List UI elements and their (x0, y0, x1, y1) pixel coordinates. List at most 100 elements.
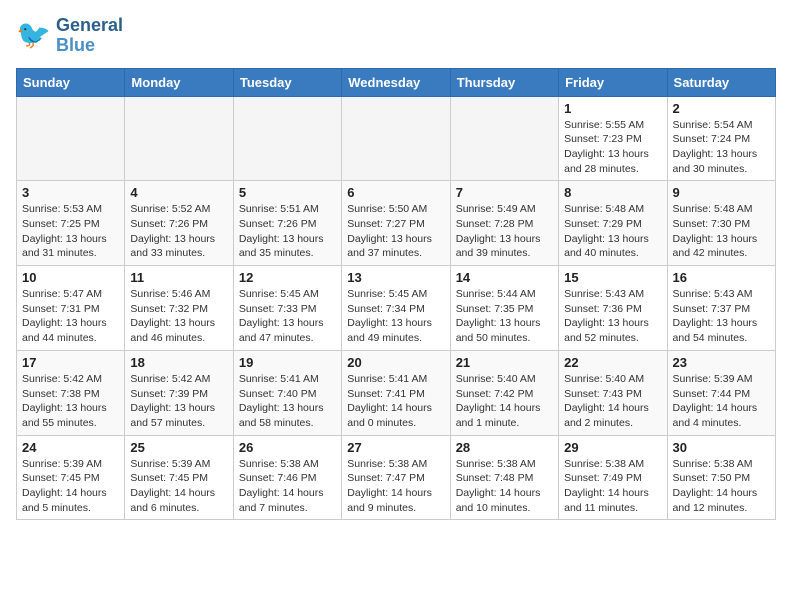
calendar-week-row: 3 Sunrise: 5:53 AM Sunset: 7:25 PM Daylig… (17, 181, 776, 266)
calendar-cell: 22 Sunrise: 5:40 AM Sunset: 7:43 PM Dayli… (559, 350, 667, 435)
calendar-cell: 16Sunrise: 5:43 AM Sunset: 7:37 PM Dayli… (667, 266, 775, 351)
day-info: Sunrise: 5:45 AM Sunset: 7:33 PM Dayligh… (239, 287, 336, 346)
day-info: Sunrise: 5:46 AM Sunset: 7:32 PM Dayligh… (130, 287, 227, 346)
weekday-header: Saturday (667, 68, 775, 96)
calendar-cell: 25 Sunrise: 5:39 AM Sunset: 7:45 PM Dayli… (125, 435, 233, 520)
calendar-cell: 3 Sunrise: 5:53 AM Sunset: 7:25 PM Daylig… (17, 181, 125, 266)
calendar-cell: 9 Sunrise: 5:48 AM Sunset: 7:30 PM Daylig… (667, 181, 775, 266)
calendar-cell (17, 96, 125, 181)
day-info: Sunrise: 5:39 AM Sunset: 7:44 PM Dayligh… (673, 372, 770, 431)
day-number: 18 (130, 355, 227, 370)
calendar-cell: 11 Sunrise: 5:46 AM Sunset: 7:32 PM Dayli… (125, 266, 233, 351)
calendar-cell: 14 Sunrise: 5:44 AM Sunset: 7:35 PM Dayli… (450, 266, 558, 351)
calendar-cell: 4Sunrise: 5:52 AM Sunset: 7:26 PM Daylig… (125, 181, 233, 266)
weekday-header: Sunday (17, 68, 125, 96)
day-number: 23 (673, 355, 770, 370)
day-number: 7 (456, 185, 553, 200)
day-info: Sunrise: 5:41 AM Sunset: 7:41 PM Dayligh… (347, 372, 444, 431)
day-number: 3 (22, 185, 119, 200)
calendar-cell (342, 96, 450, 181)
day-info: Sunrise: 5:55 AM Sunset: 7:23 PM Dayligh… (564, 118, 661, 177)
calendar-cell: 18 Sunrise: 5:42 AM Sunset: 7:39 PM Dayli… (125, 350, 233, 435)
calendar-cell: 23 Sunrise: 5:39 AM Sunset: 7:44 PM Dayli… (667, 350, 775, 435)
day-info: Sunrise: 5:54 AM Sunset: 7:24 PM Dayligh… (673, 118, 770, 177)
day-info: Sunrise: 5:41 AM Sunset: 7:40 PM Dayligh… (239, 372, 336, 431)
day-number: 25 (130, 440, 227, 455)
day-info: Sunrise: 5:40 AM Sunset: 7:43 PM Dayligh… (564, 372, 661, 431)
day-number: 27 (347, 440, 444, 455)
day-number: 5 (239, 185, 336, 200)
day-number: 8 (564, 185, 661, 200)
calendar-cell: 26 Sunrise: 5:38 AM Sunset: 7:46 PM Dayli… (233, 435, 341, 520)
day-info: Sunrise: 5:53 AM Sunset: 7:25 PM Dayligh… (22, 202, 119, 261)
day-info: Sunrise: 5:42 AM Sunset: 7:39 PM Dayligh… (130, 372, 227, 431)
day-info: Sunrise: 5:39 AM Sunset: 7:45 PM Dayligh… (130, 457, 227, 516)
day-number: 11 (130, 270, 227, 285)
calendar-week-row: 24 Sunrise: 5:39 AM Sunset: 7:45 PM Dayli… (17, 435, 776, 520)
calendar-cell: 8 Sunrise: 5:48 AM Sunset: 7:29 PM Daylig… (559, 181, 667, 266)
day-info: Sunrise: 5:38 AM Sunset: 7:48 PM Dayligh… (456, 457, 553, 516)
calendar-cell: 24 Sunrise: 5:39 AM Sunset: 7:45 PM Dayli… (17, 435, 125, 520)
weekday-header: Monday (125, 68, 233, 96)
day-info: Sunrise: 5:42 AM Sunset: 7:38 PM Dayligh… (22, 372, 119, 431)
day-info: Sunrise: 5:48 AM Sunset: 7:29 PM Dayligh… (564, 202, 661, 261)
day-info: Sunrise: 5:47 AM Sunset: 7:31 PM Dayligh… (22, 287, 119, 346)
svg-text:🐦: 🐦 (16, 19, 51, 50)
calendar-cell (125, 96, 233, 181)
calendar-cell: 20 Sunrise: 5:41 AM Sunset: 7:41 PM Dayli… (342, 350, 450, 435)
calendar-cell: 5 Sunrise: 5:51 AM Sunset: 7:26 PM Daylig… (233, 181, 341, 266)
day-info: Sunrise: 5:50 AM Sunset: 7:27 PM Dayligh… (347, 202, 444, 261)
day-number: 29 (564, 440, 661, 455)
day-number: 2 (673, 101, 770, 116)
weekday-header: Friday (559, 68, 667, 96)
day-number: 16 (673, 270, 770, 285)
day-number: 20 (347, 355, 444, 370)
day-info: Sunrise: 5:52 AM Sunset: 7:26 PM Dayligh… (130, 202, 227, 261)
day-number: 28 (456, 440, 553, 455)
day-number: 19 (239, 355, 336, 370)
logo-text: General Blue (56, 16, 123, 56)
calendar-cell: 2 Sunrise: 5:54 AM Sunset: 7:24 PM Daylig… (667, 96, 775, 181)
calendar-cell: 28 Sunrise: 5:38 AM Sunset: 7:48 PM Dayli… (450, 435, 558, 520)
page-header: 🐦 General Blue (16, 16, 776, 56)
calendar-cell (450, 96, 558, 181)
weekday-header: Thursday (450, 68, 558, 96)
calendar-cell: 13Sunrise: 5:45 AM Sunset: 7:34 PM Dayli… (342, 266, 450, 351)
calendar-table: SundayMondayTuesdayWednesdayThursdayFrid… (16, 68, 776, 521)
day-number: 12 (239, 270, 336, 285)
day-number: 15 (564, 270, 661, 285)
day-info: Sunrise: 5:51 AM Sunset: 7:26 PM Dayligh… (239, 202, 336, 261)
day-info: Sunrise: 5:44 AM Sunset: 7:35 PM Dayligh… (456, 287, 553, 346)
calendar-cell: 12 Sunrise: 5:45 AM Sunset: 7:33 PM Dayli… (233, 266, 341, 351)
calendar-week-row: 1 Sunrise: 5:55 AM Sunset: 7:23 PM Daylig… (17, 96, 776, 181)
day-info: Sunrise: 5:38 AM Sunset: 7:50 PM Dayligh… (673, 457, 770, 516)
day-number: 14 (456, 270, 553, 285)
day-info: Sunrise: 5:38 AM Sunset: 7:49 PM Dayligh… (564, 457, 661, 516)
weekday-header: Tuesday (233, 68, 341, 96)
calendar-cell: 1 Sunrise: 5:55 AM Sunset: 7:23 PM Daylig… (559, 96, 667, 181)
day-number: 24 (22, 440, 119, 455)
logo: 🐦 General Blue (16, 16, 123, 56)
calendar-header-row: SundayMondayTuesdayWednesdayThursdayFrid… (17, 68, 776, 96)
day-info: Sunrise: 5:38 AM Sunset: 7:47 PM Dayligh… (347, 457, 444, 516)
calendar-cell: 15Sunrise: 5:43 AM Sunset: 7:36 PM Dayli… (559, 266, 667, 351)
calendar-cell: 29 Sunrise: 5:38 AM Sunset: 7:49 PM Dayli… (559, 435, 667, 520)
calendar-cell: 21Sunrise: 5:40 AM Sunset: 7:42 PM Dayli… (450, 350, 558, 435)
calendar-week-row: 17 Sunrise: 5:42 AM Sunset: 7:38 PM Dayli… (17, 350, 776, 435)
calendar-week-row: 10 Sunrise: 5:47 AM Sunset: 7:31 PM Dayli… (17, 266, 776, 351)
calendar-cell: 17 Sunrise: 5:42 AM Sunset: 7:38 PM Dayli… (17, 350, 125, 435)
day-info: Sunrise: 5:48 AM Sunset: 7:30 PM Dayligh… (673, 202, 770, 261)
day-number: 22 (564, 355, 661, 370)
calendar-cell: 7Sunrise: 5:49 AM Sunset: 7:28 PM Daylig… (450, 181, 558, 266)
calendar-cell: 6 Sunrise: 5:50 AM Sunset: 7:27 PM Daylig… (342, 181, 450, 266)
day-info: Sunrise: 5:40 AM Sunset: 7:42 PM Dayligh… (456, 372, 553, 431)
day-number: 10 (22, 270, 119, 285)
day-number: 9 (673, 185, 770, 200)
day-info: Sunrise: 5:38 AM Sunset: 7:46 PM Dayligh… (239, 457, 336, 516)
day-info: Sunrise: 5:39 AM Sunset: 7:45 PM Dayligh… (22, 457, 119, 516)
day-number: 1 (564, 101, 661, 116)
day-number: 17 (22, 355, 119, 370)
day-number: 6 (347, 185, 444, 200)
day-number: 26 (239, 440, 336, 455)
logo-icon: 🐦 (16, 18, 52, 54)
